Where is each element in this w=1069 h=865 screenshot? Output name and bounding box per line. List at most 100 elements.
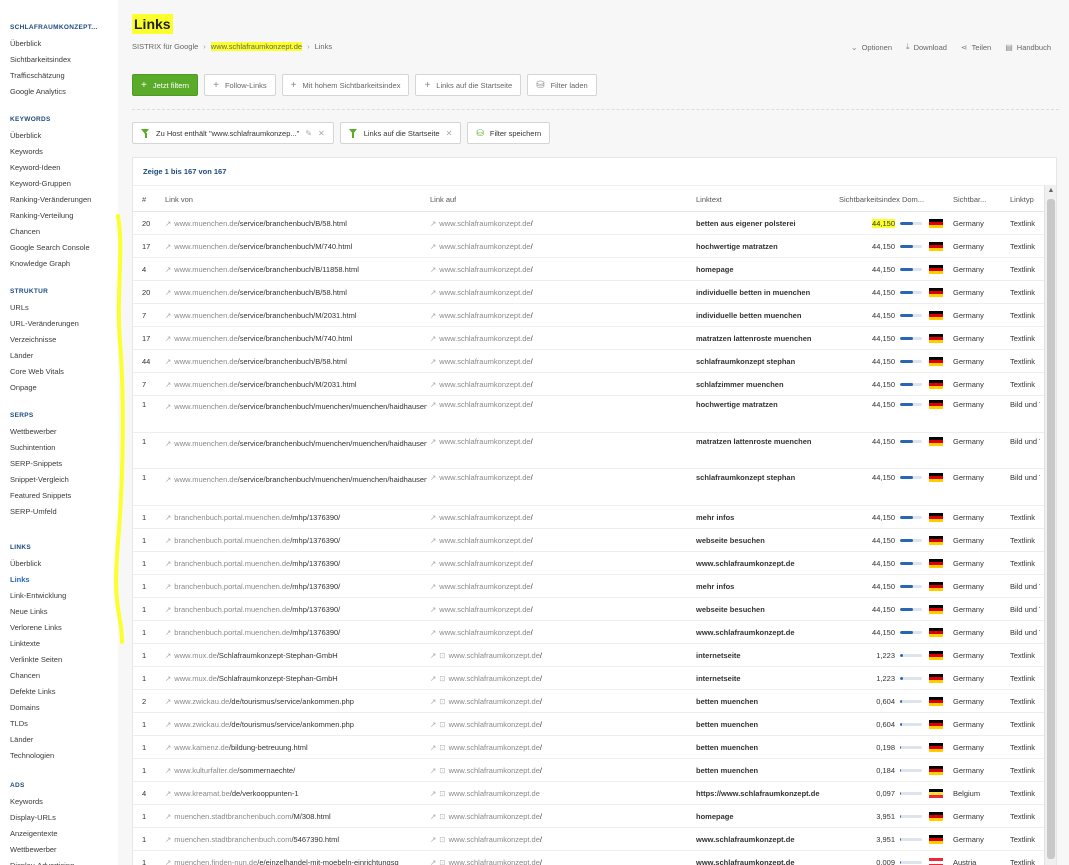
- column-header-index[interactable]: #: [142, 186, 146, 213]
- high-visibility-filter-button[interactable]: + Mit hohem Sichtbarkeitsindex: [281, 74, 410, 96]
- link-from[interactable]: ↗ muenchen.stadtbranchenbuch.com/5467390.…: [165, 835, 427, 844]
- link-to[interactable]: ↗ ⊡ www.schlafraumkonzept.de/: [430, 720, 685, 729]
- sidebar-item[interactable]: Featured Snippets: [0, 488, 112, 504]
- link-from[interactable]: ↗ muenchen.finden-nun.de/e/einzelhandel-m…: [165, 858, 427, 865]
- column-header-link-from[interactable]: Link von: [165, 186, 193, 213]
- link-from[interactable]: ↗ branchenbuch.portal.muenchen.de/mhp/137…: [165, 536, 427, 545]
- link-from[interactable]: ↗ www.mux.de/Schlafraumkonzept-Stephan-Gm…: [165, 674, 427, 683]
- link-from[interactable]: ↗ www.muenchen.de/service/branchenbuch/mu…: [165, 400, 427, 413]
- link-from[interactable]: ↗ www.zwickau.de/de/tourismus/service/ank…: [165, 697, 427, 706]
- link-to[interactable]: ↗ www.schlafraumkonzept.de/: [430, 536, 685, 545]
- link-from[interactable]: ↗ www.muenchen.de/service/branchenbuch/B/…: [165, 265, 427, 274]
- teilen-action[interactable]: ⋖ Teilen: [961, 42, 991, 52]
- link-to[interactable]: ↗ ⊡ www.schlafraumkonzept.de/: [430, 743, 685, 752]
- apply-filter-button[interactable]: + Jetzt filtern: [132, 74, 199, 96]
- sidebar-item[interactable]: Wettbewerber: [0, 842, 112, 858]
- link-from[interactable]: ↗ www.zwickau.de/de/tourismus/service/ank…: [165, 720, 427, 729]
- link-from[interactable]: ↗ branchenbuch.portal.muenchen.de/mhp/137…: [165, 605, 427, 614]
- filter-chip-homepage[interactable]: Links auf die Startseite ✕: [339, 122, 462, 144]
- sidebar-item[interactable]: Keyword-Ideen: [0, 160, 112, 176]
- homepage-links-filter-button[interactable]: + Links auf die Startseite: [415, 74, 522, 96]
- optionen-action[interactable]: ⌄ Optionen: [851, 42, 892, 52]
- sidebar-item[interactable]: TLDs: [0, 716, 112, 732]
- link-from[interactable]: ↗ branchenbuch.portal.muenchen.de/mhp/137…: [165, 582, 427, 591]
- scroll-up-icon[interactable]: ▲: [1045, 185, 1056, 197]
- link-to[interactable]: ↗ www.schlafraumkonzept.de/: [430, 242, 685, 251]
- sidebar-item[interactable]: Display-Advertising: [0, 858, 112, 865]
- link-to[interactable]: ↗ www.schlafraumkonzept.de/: [430, 473, 685, 482]
- link-to[interactable]: ↗ www.schlafraumkonzept.de/: [430, 559, 685, 568]
- column-header-link-text[interactable]: Linktext: [696, 186, 722, 213]
- sidebar-item[interactable]: Überblick: [0, 556, 112, 572]
- link-to[interactable]: ↗ ⊡ www.schlafraumkonzept.de/: [430, 858, 685, 865]
- sidebar-item[interactable]: Keywords: [0, 794, 112, 810]
- save-filter-button[interactable]: ⛁ Filter speichern: [467, 122, 551, 144]
- sidebar-item[interactable]: SERP-Umfeld: [0, 504, 112, 520]
- column-header-link-to[interactable]: Link auf: [430, 186, 456, 213]
- sidebar-item[interactable]: Suchintention: [0, 440, 112, 456]
- sidebar-item[interactable]: Überblick: [0, 128, 112, 144]
- sidebar-item[interactable]: URLs: [0, 300, 112, 316]
- sidebar-item[interactable]: Länder: [0, 348, 112, 364]
- link-from[interactable]: ↗ www.kamenz.de/bildung-betreuung.html: [165, 743, 427, 752]
- link-from[interactable]: ↗ branchenbuch.portal.muenchen.de/mhp/137…: [165, 628, 427, 637]
- vertical-scrollbar[interactable]: ▲: [1044, 185, 1056, 865]
- link-from[interactable]: ↗ www.muenchen.de/service/branchenbuch/B/…: [165, 357, 427, 366]
- column-header-country[interactable]: Sichtbar...: [953, 186, 1005, 213]
- link-from[interactable]: ↗ www.muenchen.de/service/branchenbuch/M/…: [165, 311, 427, 320]
- link-from[interactable]: ↗ www.mux.de/Schlafraumkonzept-Stephan-Gm…: [165, 651, 427, 660]
- edit-icon[interactable]: ✎: [305, 129, 312, 138]
- link-to[interactable]: ↗ ⊡ www.schlafraumkonzept.de/: [430, 651, 685, 660]
- sidebar-item[interactable]: Links: [0, 572, 112, 588]
- sidebar-item[interactable]: Knowledge Graph: [0, 256, 112, 272]
- handbuch-action[interactable]: ▤ Handbuch: [1005, 42, 1051, 52]
- sidebar-item[interactable]: Überblick: [0, 36, 112, 52]
- download-action[interactable]: ⤓ Download: [906, 42, 947, 52]
- link-to[interactable]: ↗ ⊡ www.schlafraumkonzept.de: [430, 789, 685, 798]
- link-from[interactable]: ↗ www.muenchen.de/service/branchenbuch/B/…: [165, 219, 427, 228]
- link-from[interactable]: ↗ www.muenchen.de/service/branchenbuch/mu…: [165, 473, 427, 486]
- link-to[interactable]: ↗ www.schlafraumkonzept.de/: [430, 219, 685, 228]
- sidebar-item[interactable]: Onpage: [0, 380, 112, 396]
- sidebar-item[interactable]: Technologien: [0, 748, 112, 764]
- sidebar-item[interactable]: Core Web Vitals: [0, 364, 112, 380]
- sidebar-item[interactable]: Domains: [0, 700, 112, 716]
- link-from[interactable]: ↗ branchenbuch.portal.muenchen.de/mhp/137…: [165, 559, 427, 568]
- sidebar-item[interactable]: Google Search Console: [0, 240, 112, 256]
- sidebar-item[interactable]: Linktexte: [0, 636, 112, 652]
- sidebar-item[interactable]: Neue Links: [0, 604, 112, 620]
- link-to[interactable]: ↗ www.schlafraumkonzept.de/: [430, 357, 685, 366]
- sidebar-item[interactable]: Länder: [0, 732, 112, 748]
- sidebar-item[interactable]: Verzeichnisse: [0, 332, 112, 348]
- link-from[interactable]: ↗ www.kulturfalter.de/sommernaechte/: [165, 766, 427, 775]
- sidebar-item[interactable]: Link-Entwicklung: [0, 588, 112, 604]
- link-to[interactable]: ↗ www.schlafraumkonzept.de/: [430, 605, 685, 614]
- scrollbar-thumb[interactable]: [1047, 199, 1055, 859]
- sidebar-item[interactable]: Snippet-Vergleich: [0, 472, 112, 488]
- link-to[interactable]: ↗ www.schlafraumkonzept.de/: [430, 380, 685, 389]
- link-from[interactable]: ↗ www.muenchen.de/service/branchenbuch/M/…: [165, 242, 427, 251]
- sidebar-item[interactable]: Keyword-Gruppen: [0, 176, 112, 192]
- link-from[interactable]: ↗ www.muenchen.de/service/branchenbuch/M/…: [165, 380, 427, 389]
- link-to[interactable]: ↗ www.schlafraumkonzept.de/: [430, 400, 685, 409]
- link-from[interactable]: ↗ www.kreamat.be/de/verkooppunten-1: [165, 789, 427, 798]
- load-filter-button[interactable]: ⛁ Filter laden: [527, 74, 597, 96]
- breadcrumb-root[interactable]: SISTRIX für Google: [132, 42, 198, 51]
- sidebar-item[interactable]: Sichtbarkeitsindex: [0, 52, 112, 68]
- sidebar-item[interactable]: Display-URLs: [0, 810, 112, 826]
- filter-chip-host[interactable]: Zu Host enthält "www.schlafraumkonzep...…: [132, 122, 334, 144]
- sidebar-item[interactable]: Wettbewerber: [0, 424, 112, 440]
- sidebar-item[interactable]: Ranking-Verteilung: [0, 208, 112, 224]
- link-to[interactable]: ↗ www.schlafraumkonzept.de/: [430, 288, 685, 297]
- link-to[interactable]: ↗ www.schlafraumkonzept.de/: [430, 265, 685, 274]
- follow-links-filter-button[interactable]: + Follow-Links: [204, 74, 276, 96]
- sidebar-item[interactable]: Google Analytics: [0, 84, 112, 100]
- link-to[interactable]: ↗ ⊡ www.schlafraumkonzept.de/: [430, 812, 685, 821]
- link-from[interactable]: ↗ www.muenchen.de/service/branchenbuch/B/…: [165, 288, 427, 297]
- sidebar-item[interactable]: Ranking-Veränderungen: [0, 192, 112, 208]
- sidebar-item[interactable]: Verlinkte Seiten: [0, 652, 112, 668]
- sidebar-item[interactable]: SERP-Snippets: [0, 456, 112, 472]
- link-from[interactable]: ↗ muenchen.stadtbranchenbuch.com/M/308.ht…: [165, 812, 427, 821]
- sidebar-item[interactable]: Verlorene Links: [0, 620, 112, 636]
- link-to[interactable]: ↗ www.schlafraumkonzept.de/: [430, 582, 685, 591]
